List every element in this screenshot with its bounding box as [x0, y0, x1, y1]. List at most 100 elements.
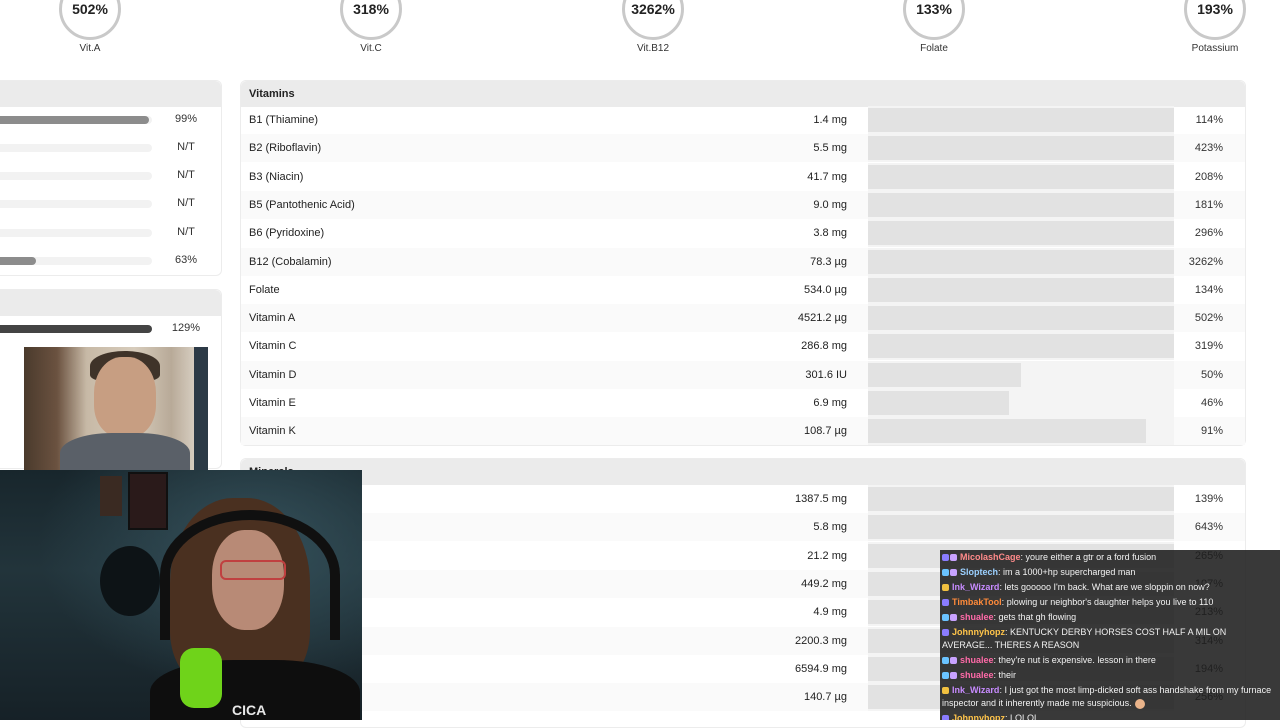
progress-track	[868, 417, 1174, 446]
percent-value: 208%	[1194, 170, 1223, 183]
progress-track	[868, 389, 1174, 417]
chat-text: they're nut is expensive. lesson in ther…	[998, 655, 1156, 665]
chat-badges	[942, 611, 958, 624]
wall-poster-small	[100, 476, 122, 516]
ring-value: 193%	[1184, 0, 1246, 40]
background-figure	[100, 546, 160, 616]
chat-text: plowing ur neighbor's daughter helps you…	[1006, 597, 1214, 607]
ring-label: Folate	[920, 43, 948, 54]
chat-text: youre either a gtr or a ford fusion	[1025, 552, 1157, 562]
chat-text: gets that gh flowing	[998, 612, 1077, 622]
left-panel-row: 99%	[0, 113, 220, 127]
headset	[160, 510, 340, 640]
nutrient-amount: 1.4 mg	[813, 114, 847, 126]
badge-icon	[942, 554, 949, 562]
vitamin-row: Vitamin A 4521.2 µg 502%	[241, 304, 1245, 333]
nutrient-amount: 5.5 mg	[813, 142, 847, 155]
ring-label: Vit.B12	[636, 43, 670, 54]
guest-window-edge	[194, 347, 208, 470]
nutrient-amount: 4521.2 µg	[797, 312, 847, 325]
chat-username: MicolashCage	[960, 552, 1021, 562]
badge-icon	[942, 569, 949, 577]
progress-fill	[868, 136, 1174, 161]
chat-username: shualee	[960, 655, 994, 665]
chat-badges	[942, 581, 950, 594]
nutrient-name: B3 (Niacin)	[249, 170, 304, 183]
progress-track	[868, 219, 1174, 248]
nutrient-name: Vitamin A	[249, 312, 296, 325]
vitamin-row: B1 (Thiamine) 1.4 mg 114%	[241, 106, 1245, 134]
percent-value: 134%	[1194, 283, 1223, 296]
chat-message: Sloptech: im a 1000+hp supercharged man	[940, 565, 1280, 580]
chat-badges	[942, 684, 950, 697]
percent-value: N/T	[177, 141, 195, 153]
percent-value: 423%	[1194, 142, 1223, 155]
progress-fill	[0, 325, 152, 333]
vitamin-row: Vitamin D 301.6 IU 50%	[241, 360, 1245, 389]
progress-track	[868, 190, 1174, 219]
left-panel-row: N/T	[0, 226, 220, 240]
progress-track	[868, 134, 1174, 163]
left-panel-row: 63%	[0, 254, 220, 268]
progress-track	[0, 172, 152, 180]
mineral-row: 5.8 mg 643%	[241, 513, 1245, 542]
chat-message: Johnnyhopz: KENTUCKY DERBY HORSES COST H…	[940, 625, 1280, 653]
left-panel-row: N/T	[0, 169, 220, 183]
nutrient-amount: 449.2 mg	[801, 577, 847, 590]
vitamin-row: B3 (Niacin) 41.7 mg 208%	[241, 162, 1245, 191]
progress-fill	[868, 487, 1174, 511]
progress-fill	[868, 419, 1147, 444]
webcam-guest	[24, 347, 208, 470]
ring-label: Potassium	[1191, 43, 1239, 54]
microphone	[180, 648, 222, 708]
progress-track	[868, 162, 1174, 191]
badge-icon	[942, 657, 949, 665]
mineral-row: 1387.5 mg 139%	[241, 485, 1245, 513]
badge-icon	[950, 554, 957, 562]
chat-message: shualee: gets that gh flowing	[940, 610, 1280, 625]
percent-value: N/T	[177, 197, 195, 209]
percent-value: 114%	[1195, 114, 1223, 126]
nutrient-amount: 2200.3 mg	[795, 634, 847, 647]
left-panel-2-header	[0, 290, 221, 316]
nutrient-name: Vitamin E	[249, 397, 296, 409]
progress-track	[868, 513, 1174, 542]
chat-text: LOLOL	[1010, 713, 1040, 720]
ring-value: 3262%	[622, 0, 684, 40]
nutrient-amount: 21.2 mg	[807, 549, 847, 562]
vitamin-row: B5 (Pantothenic Acid) 9.0 mg 181%	[241, 190, 1245, 219]
progress-fill	[0, 257, 36, 265]
ring-vit-c: 318% Vit.C	[311, 0, 431, 54]
chat-badges	[942, 712, 950, 720]
progress-fill	[868, 362, 1021, 387]
nutrient-name: Vitamin D	[249, 368, 297, 381]
chat-badges	[942, 596, 950, 609]
ring-vit-b12: 3262% Vit.B12	[593, 0, 713, 54]
percent-value: 296%	[1194, 227, 1223, 240]
percent-value: 46%	[1200, 397, 1223, 409]
progress-track	[868, 275, 1174, 304]
vitamin-row: B2 (Riboflavin) 5.5 mg 423%	[241, 134, 1245, 163]
guest-shirt	[60, 433, 190, 470]
badge-icon	[942, 614, 949, 622]
percent-value: N/T	[177, 226, 195, 238]
progress-fill	[868, 334, 1174, 359]
chat-username: shualee	[960, 612, 994, 622]
badge-icon	[942, 629, 949, 637]
chat-username: shualee	[960, 670, 994, 680]
nutrient-amount: 534.0 µg	[803, 283, 847, 296]
percent-value: 643%	[1194, 521, 1223, 534]
percent-value: 502%	[1194, 312, 1223, 325]
progress-track	[868, 332, 1174, 361]
ring-vit-a: 502% Vit.A	[30, 0, 150, 54]
percent-value: 129%	[171, 322, 201, 334]
nutrient-name: Vitamin C	[249, 340, 297, 353]
nutrient-name: B6 (Pyridoxine)	[249, 227, 325, 240]
progress-track	[868, 247, 1174, 276]
progress-fill	[868, 164, 1174, 189]
nutrient-name: B5 (Pantothenic Acid)	[249, 198, 355, 211]
nutrient-amount: 301.6 IU	[805, 368, 847, 381]
chat-badges	[942, 669, 958, 682]
left-panel-row: N/T	[0, 141, 220, 155]
left-panel-header	[0, 81, 221, 107]
